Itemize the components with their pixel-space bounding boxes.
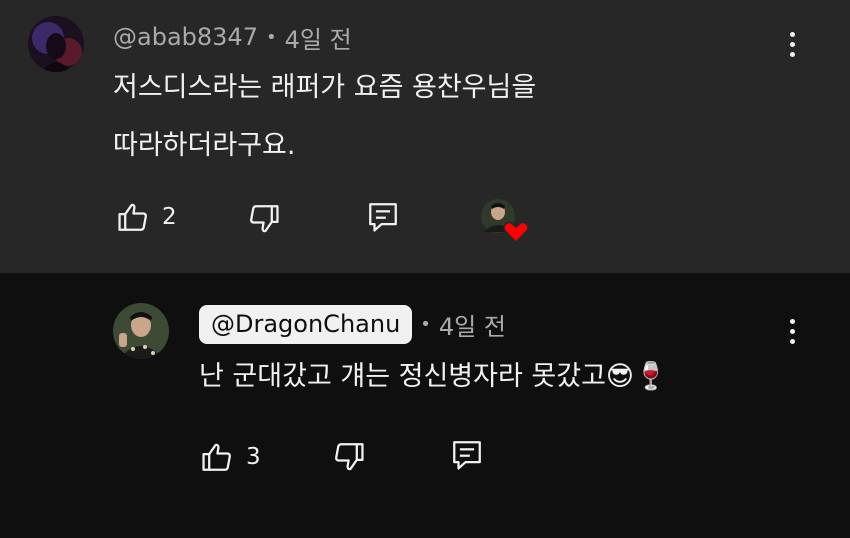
- reply-meta: @DragonChanu • 4일 전: [199, 304, 506, 344]
- reply-thread: @DragonChanu • 4일 전 난 군대갔고 걔는 정신병자라 못갔고😎…: [0, 273, 850, 538]
- thumb-down-icon: [335, 443, 364, 471]
- comment-thread: @abab8347 • 4일 전 저스디스라는 래퍼가 요즘 용찬우님을 따라하…: [0, 0, 850, 273]
- comment-text-line-1: 저스디스라는 래퍼가 요즘 용찬우님을: [113, 72, 537, 103]
- thumb-up-icon: [118, 203, 147, 231]
- reply-time: 4일 전: [438, 312, 506, 341]
- meta-separator: •: [265, 26, 277, 48]
- like-button[interactable]: 2: [116, 200, 177, 234]
- thumb-down-icon: [250, 205, 279, 233]
- like-count: 2: [162, 204, 177, 230]
- reply-button[interactable]: [366, 200, 400, 234]
- reply-more-options-button[interactable]: [780, 311, 804, 351]
- avatar[interactable]: [28, 16, 84, 72]
- creator-heart-icon: [503, 221, 529, 244]
- creator-handle-chip[interactable]: @DragonChanu: [199, 304, 413, 344]
- comment-time: 4일 전: [284, 25, 352, 54]
- comment-text-line-2: 따라하더라구요.: [113, 130, 296, 161]
- comment-meta: @abab8347 • 4일 전: [113, 20, 352, 54]
- thumb-up-icon: [202, 443, 231, 471]
- reply-like-button[interactable]: 3: [200, 440, 261, 474]
- comment-author[interactable]: @abab8347: [113, 23, 258, 51]
- reply-dislike-button[interactable]: [332, 440, 366, 474]
- more-options-button[interactable]: [780, 24, 804, 64]
- creator-heart-badge[interactable]: [480, 198, 529, 244]
- reply-comment-icon: [369, 203, 397, 232]
- reply-like-count: 3: [246, 444, 261, 470]
- reply-avatar[interactable]: [113, 303, 169, 359]
- more-vert-icon: [789, 318, 795, 324]
- meta-separator: •: [420, 313, 431, 335]
- reply-comment-icon: [453, 441, 481, 470]
- reply-reply-button[interactable]: [450, 438, 484, 472]
- more-vert-icon: [789, 31, 795, 37]
- reply-text: 난 군대갔고 걔는 정신병자라 못갔고😎🍷: [199, 361, 668, 392]
- dislike-button[interactable]: [247, 202, 281, 236]
